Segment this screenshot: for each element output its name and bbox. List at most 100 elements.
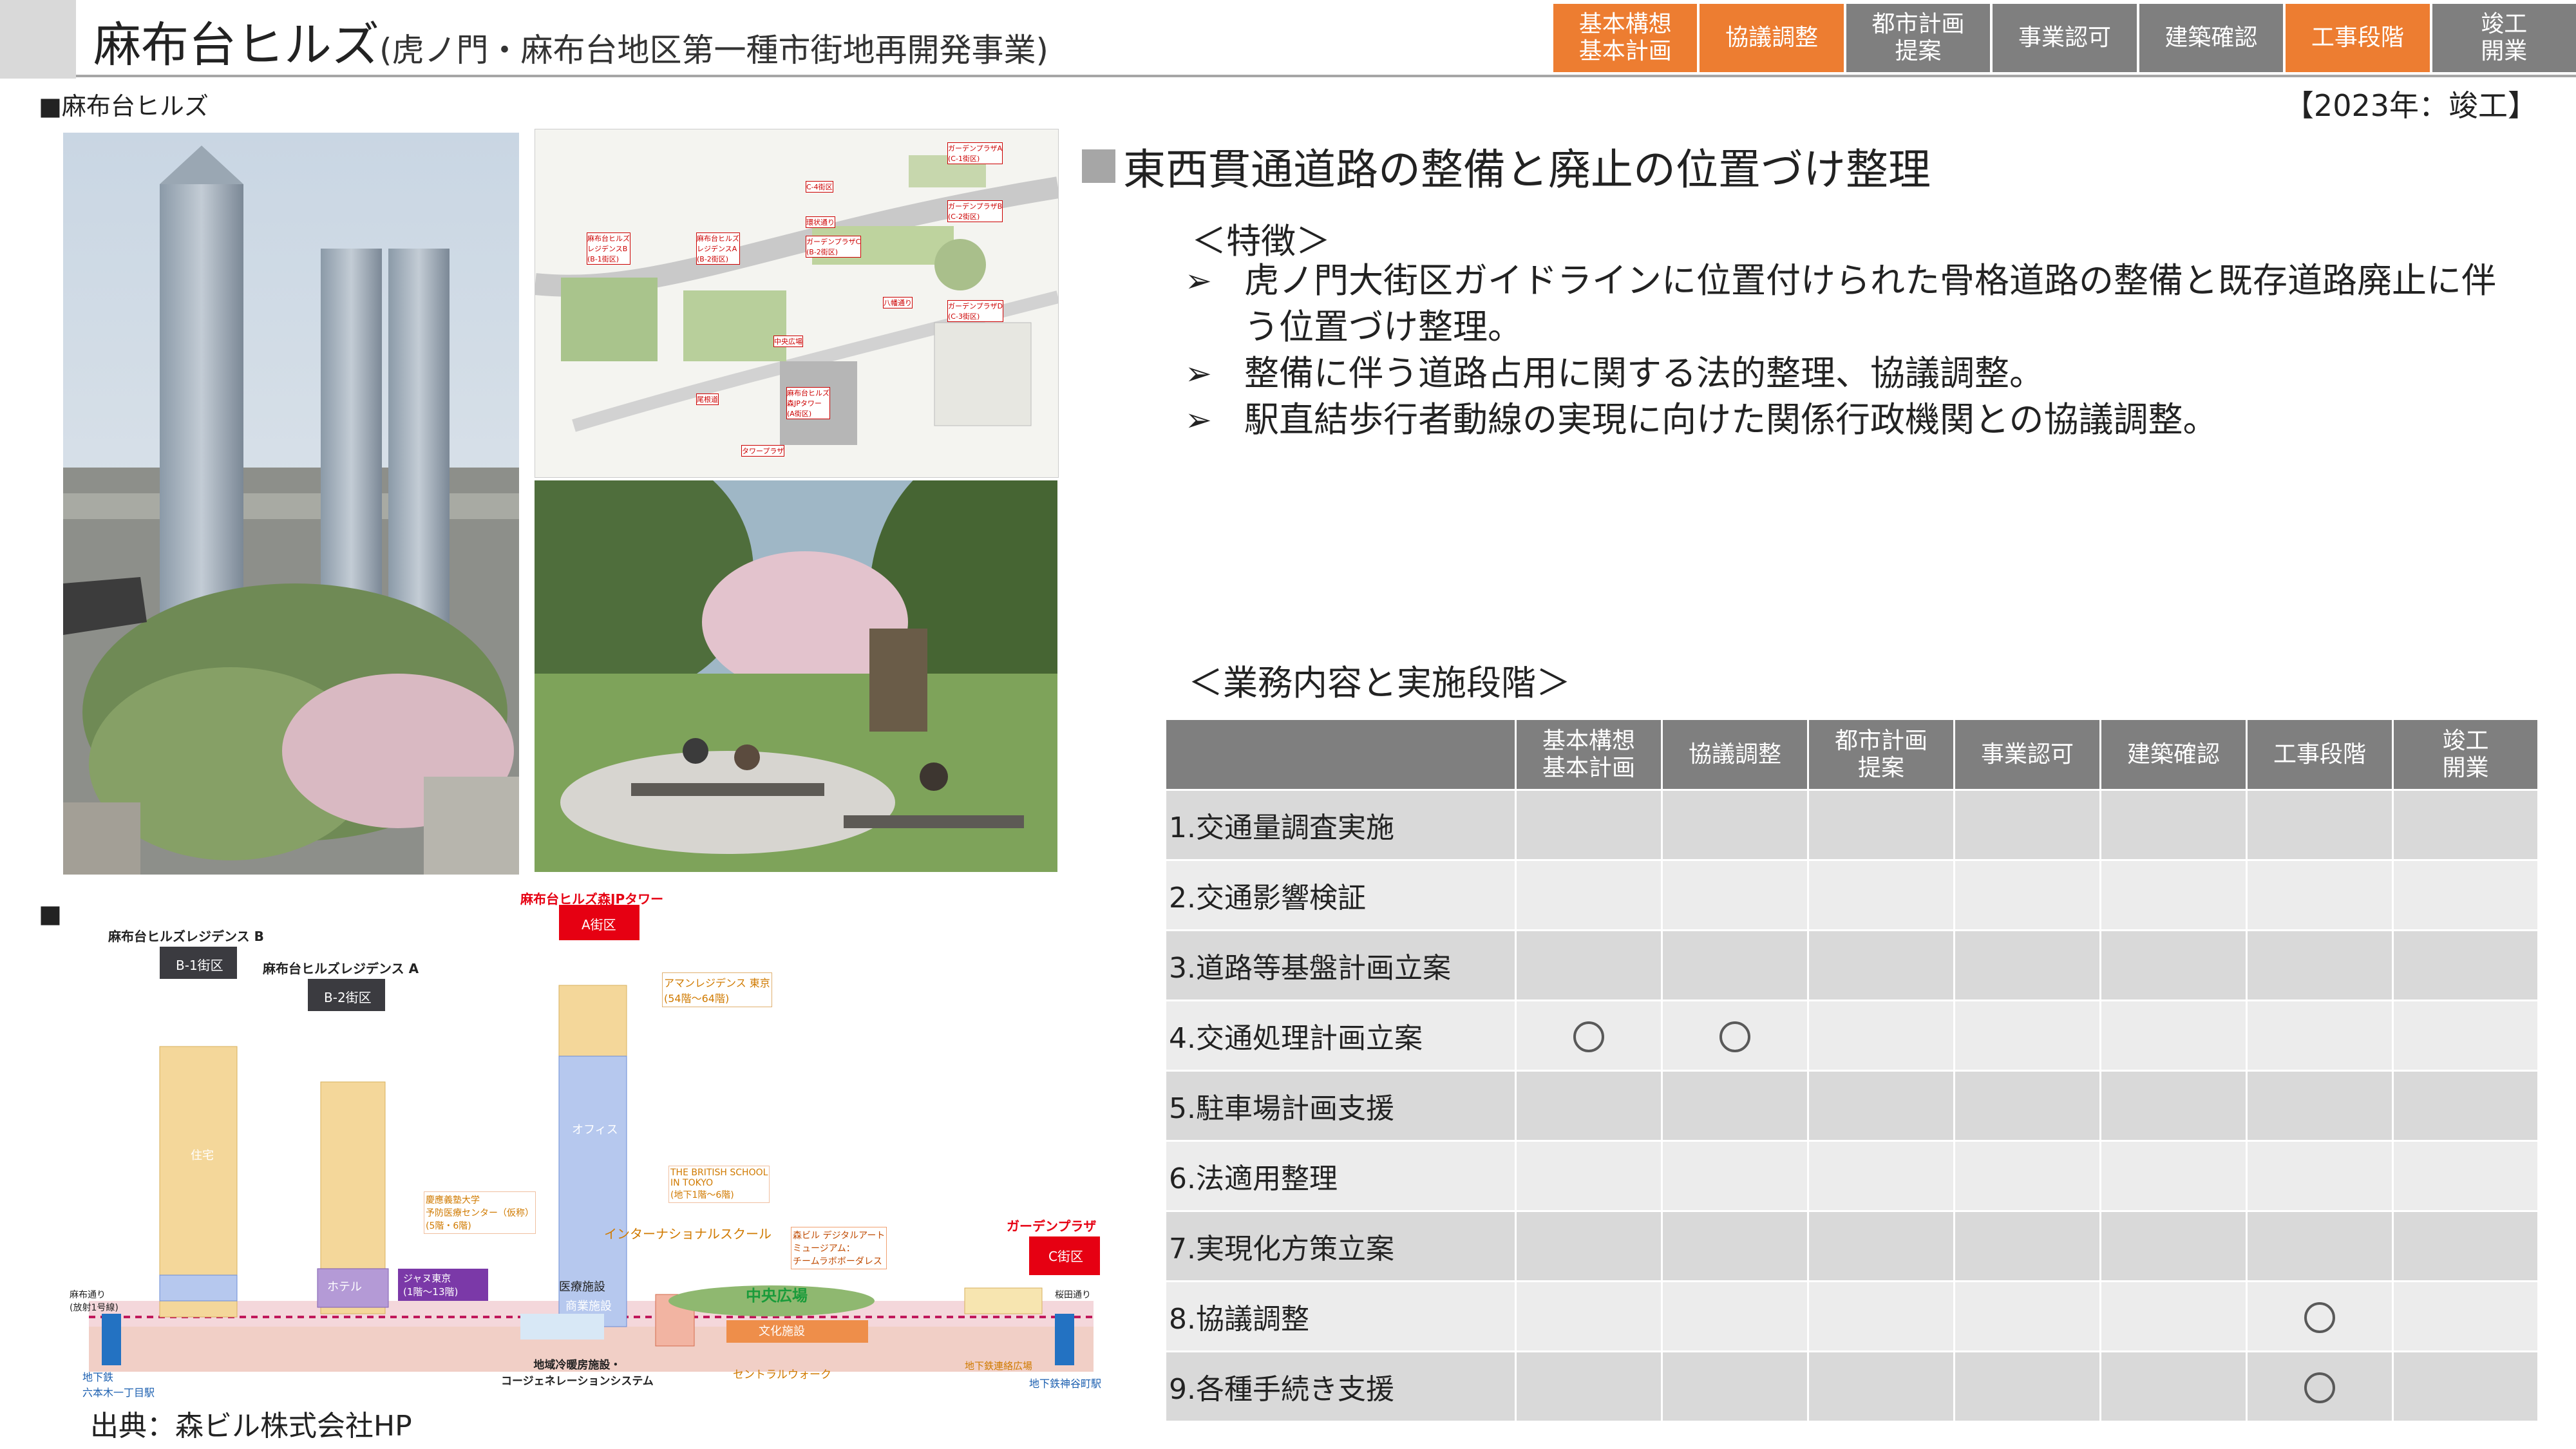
- stage-cell: [1515, 999, 1663, 1072]
- stage-cell: [2099, 789, 2248, 861]
- stage-cell: [1807, 1070, 1955, 1142]
- table-row: 8.協議調整: [1164, 1280, 2539, 1352]
- stage-cell: [1807, 929, 1955, 1001]
- map-label-central-plaza: 中央広場: [773, 336, 803, 347]
- task-name-cell: 1.交通量調査実施: [1164, 789, 1517, 861]
- site-map: 麻布台ヒルズ レジデンスB (B-1街区) 麻布台ヒルズ レジデンスA (B-2…: [535, 129, 1059, 478]
- task-name-cell: 2.交通影響検証: [1164, 859, 1517, 931]
- task-name-cell: 5.駐車場計画支援: [1164, 1070, 1517, 1142]
- table-row: 5.駐車場計画支援: [1164, 1070, 2539, 1142]
- stage-cell: [2246, 1350, 2394, 1423]
- map-label-res-a: 麻布台ヒルズ レジデンスA (B-2街区): [696, 232, 740, 265]
- table-row: 3.道路等基盤計画立案: [1164, 929, 2539, 1001]
- stage-cell: [2392, 1350, 2539, 1423]
- section-label-jp-tower: 麻布台ヒルズ森JPタワー: [520, 891, 664, 907]
- section-label-underground-link: 地下鉄連絡広場: [965, 1360, 1033, 1372]
- tower-aerial-illustration: [63, 133, 519, 875]
- stage-cell: [1953, 929, 2101, 1001]
- page-title-text: 麻布台ヒルズ: [93, 17, 379, 73]
- stage-cell: [1953, 1280, 2101, 1352]
- section-label-sakurada-street: 桜田通り: [1055, 1290, 1091, 1300]
- stage-cell: [1661, 1280, 1809, 1352]
- stage-cell: [2099, 1070, 2248, 1142]
- section-label-central-walk: セントラルウォーク: [733, 1368, 831, 1381]
- stage-cell: [1807, 859, 1955, 931]
- section-label-aman: アマンレジデンス 東京 (54階〜64階): [662, 972, 772, 1007]
- map-label-ridge-path: 尾根道: [696, 393, 719, 405]
- section-label-hotel: ホテル: [327, 1280, 362, 1294]
- stage-cell: [1953, 1070, 2101, 1142]
- task-name-cell: 9.各種手続き支援: [1164, 1350, 1517, 1423]
- stage-cell: [2099, 1140, 2248, 1212]
- section-label-central-plaza: 中央広場: [746, 1287, 808, 1305]
- stage-indicator: 基本構想 基本計画 協議調整 都市計画 提案 事業認可 建築確認 工事段階 竣工…: [1553, 4, 2576, 72]
- table-header-cell: 事業認可: [1953, 718, 2101, 791]
- completion-year: 【2023年：竣工】: [2284, 88, 2537, 123]
- stage-cell: [1661, 999, 1809, 1072]
- stage-cell: [1807, 1210, 1955, 1282]
- table-row: 2.交通影響検証: [1164, 859, 2539, 931]
- stage-cell: [1515, 1280, 1663, 1352]
- stage-cell: [2099, 999, 2248, 1072]
- table-header-row: 基本構想 基本計画 協議調整 都市計画 提案 事業認可 建築確認 工事段階 竣工…: [1164, 718, 2539, 791]
- tasks-title: ＜業務内容と実施段階＞: [1188, 663, 1571, 703]
- circle-mark-icon: [2304, 1372, 2335, 1403]
- table-header-cell: 協議調整: [1661, 718, 1809, 791]
- section-label-res-b: 麻布台ヒルズレジデンス B: [108, 929, 264, 944]
- stage-cell: [1515, 1210, 1663, 1282]
- stage-cell: [1515, 1350, 1663, 1423]
- arrow-bullet-icon: ➢: [1185, 355, 1212, 392]
- stage-cell: [1515, 1140, 1663, 1212]
- plaza-photo: [535, 480, 1057, 872]
- stage-cell: [2246, 999, 2394, 1072]
- stage-cell: [2099, 1350, 2248, 1423]
- section-label-garden-plaza: ガーデンプラザ: [1007, 1218, 1097, 1234]
- section-label-commercial: 商業施設: [565, 1300, 612, 1313]
- task-name-cell: 7.実現化方策立案: [1164, 1210, 1517, 1282]
- stage-tab-6: 工事段階: [2286, 4, 2430, 72]
- section-label-culture: 文化施設: [759, 1325, 805, 1338]
- stage-cell: [1661, 1070, 1809, 1142]
- map-label-garden-a: ガーデンプラザA (C-1街区): [947, 142, 1003, 164]
- stage-cell: [2392, 789, 2539, 861]
- feature-text: 虎ノ門大街区ガイドラインに位置付けられた骨格道路の整備と既存道路廃止に伴う位置づ…: [1244, 260, 2496, 347]
- table-header-cell: 都市計画 提案: [1807, 718, 1955, 791]
- heading-square-icon: [1082, 149, 1115, 183]
- map-label-jp-tower: 麻布台ヒルズ 森JPタワー (A街区): [786, 387, 830, 419]
- table-header-blank: [1164, 718, 1517, 791]
- section-label-housing: 住宅: [191, 1149, 214, 1162]
- section-label-british: THE BRITISH SCHOOL IN TOKYO (地下1階〜6階): [668, 1166, 770, 1203]
- table-row: 6.法適用整理: [1164, 1140, 2539, 1212]
- stage-cell: [1515, 929, 1663, 1001]
- feature-item: ➢ 整備に伴う道路占用に関する法的整理、協議調整。: [1185, 350, 2499, 397]
- map-label-hachiman: 八幡通り: [883, 297, 913, 308]
- title-accent-block: [0, 0, 76, 79]
- section-heading: 東西貫通道路の整備と廃止の位置づけ整理: [1082, 140, 1931, 194]
- task-name-cell: 8.協議調整: [1164, 1280, 1517, 1352]
- feature-text: 駅直結歩行者動線の実現に向けた関係行政機関との協議調整。: [1244, 399, 2218, 440]
- map-label-garden-d: ガーデンプラザD (C-3街区): [947, 300, 1004, 322]
- stage-cell: [1661, 1210, 1809, 1282]
- section-label-mori-art: 森ビル デジタルアート ミュージアム： チームラボボーダレス: [791, 1227, 887, 1269]
- arrow-bullet-icon: ➢: [1185, 401, 1212, 439]
- stage-cell: [2246, 1210, 2394, 1282]
- stage-cell: [2246, 789, 2394, 861]
- page-subtitle: (虎ノ門・麻布台地区第一種市街地再開発事業): [379, 32, 1049, 69]
- stage-tab-5: 建築確認: [2139, 4, 2284, 72]
- section-label-station-roppongi: 地下鉄 六本木一丁目駅: [82, 1371, 155, 1399]
- feature-item: ➢ 虎ノ門大街区ガイドラインに位置付けられた骨格道路の整備と既存道路廃止に伴う位…: [1185, 258, 2499, 350]
- title-underline: [76, 75, 2576, 77]
- task-name-cell: 4.交通処理計画立案: [1164, 999, 1517, 1072]
- map-label-loop-road: 環状通り: [806, 216, 835, 228]
- map-label-tower-plaza: タワープラザ: [741, 445, 785, 457]
- table-row: 1.交通量調査実施: [1164, 789, 2539, 861]
- stage-cell: [1807, 789, 1955, 861]
- stage-cell: [1953, 859, 2101, 931]
- section-label-janu: ジャヌ東京 (1階〜13階): [403, 1273, 459, 1298]
- stage-tab-7: 竣工 開業: [2432, 4, 2576, 72]
- features-title: ＜特徴＞: [1191, 221, 1331, 261]
- section-label-office: オフィス: [572, 1123, 618, 1137]
- stage-cell: [1661, 789, 1809, 861]
- section-label-block-b2: B-2街区: [324, 990, 372, 1005]
- stage-cell: [1807, 999, 1955, 1072]
